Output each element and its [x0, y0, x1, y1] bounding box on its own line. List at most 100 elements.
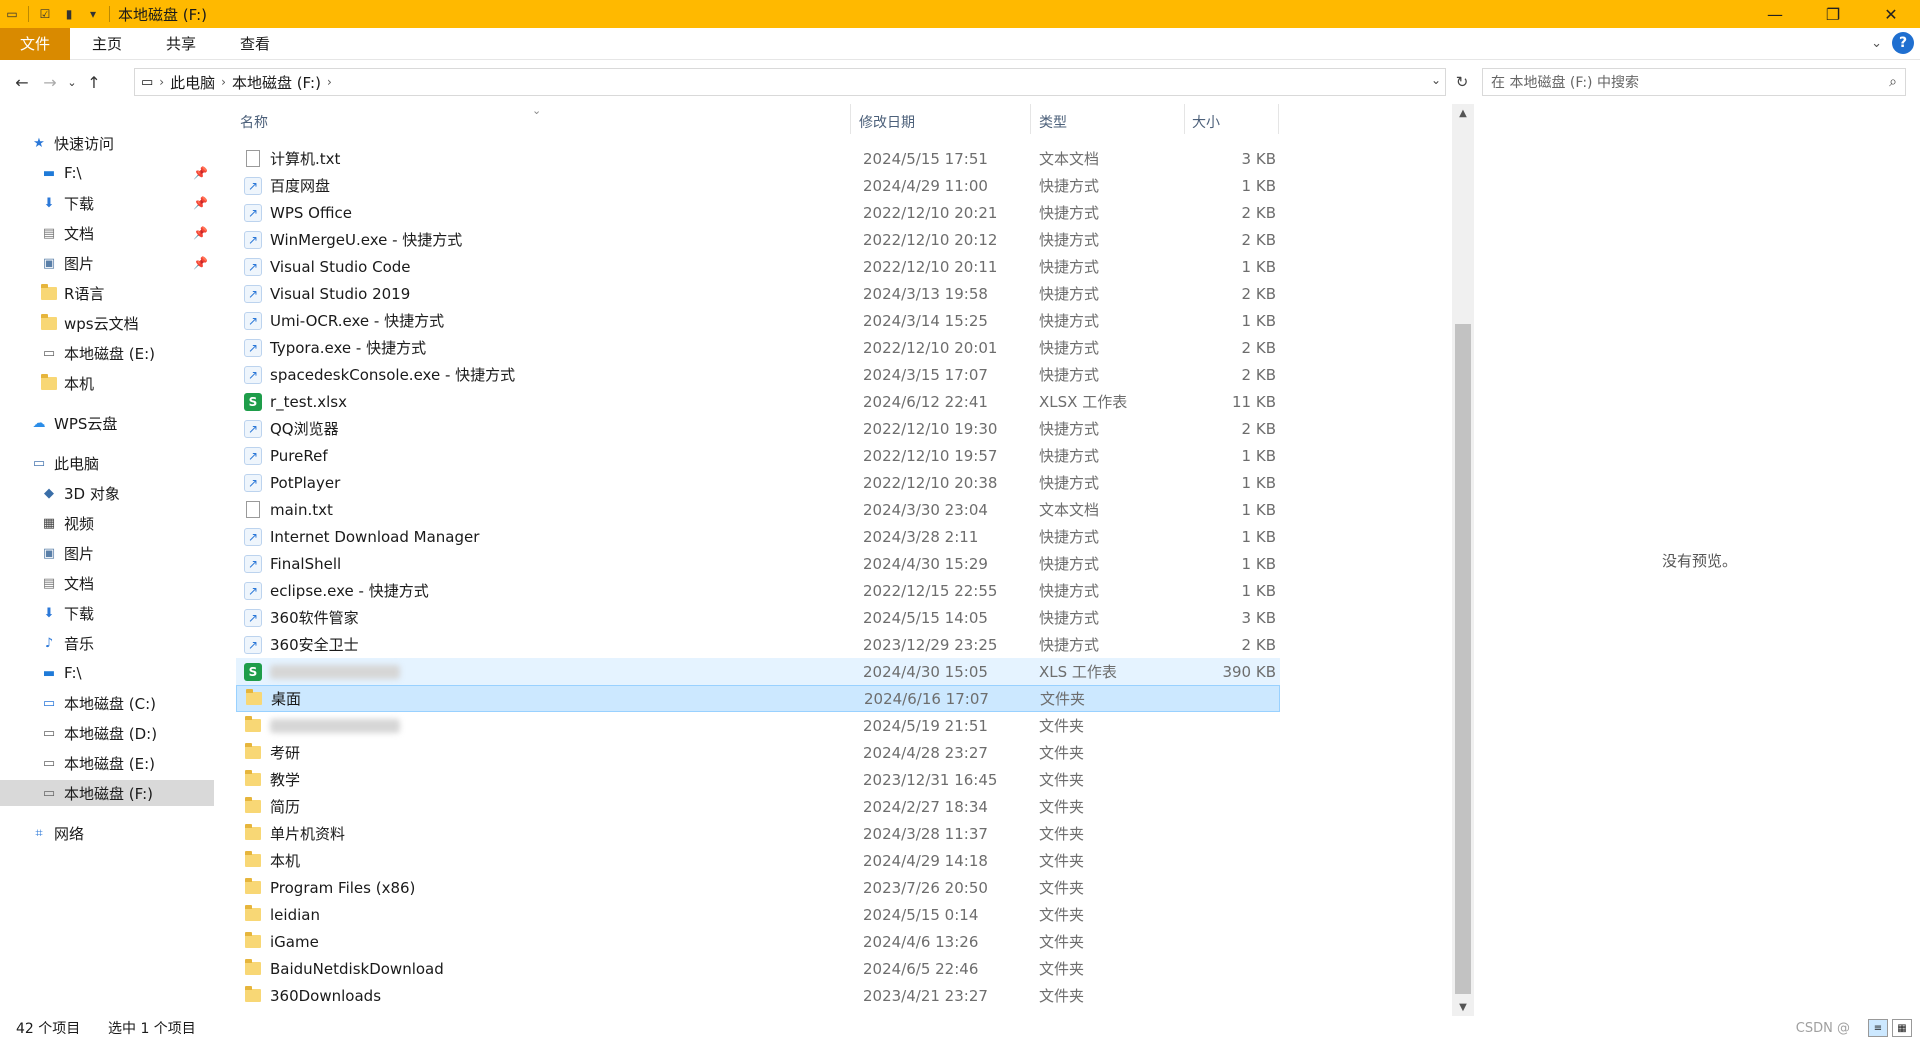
sidebar-item-music[interactable]: ♪ 音乐	[0, 630, 214, 656]
scroll-up-icon[interactable]: ▲	[1452, 104, 1474, 122]
sidebar-item-wps-cloud-drive[interactable]: ☁ WPS云盘	[0, 410, 214, 436]
sidebar-item-network[interactable]: ⌗ 网络	[0, 820, 214, 846]
properties-icon[interactable]: ☑	[37, 6, 53, 22]
folder-row[interactable]: Program Files (x86) 2023/7/26 20:50 文件夹	[236, 874, 1280, 901]
search-input[interactable]: 在 本地磁盘 (F:) 中搜索 ⌕	[1482, 68, 1906, 96]
file-row[interactable]: ↗ 百度网盘 2024/4/29 11:00 快捷方式 1 KB	[236, 172, 1280, 199]
file-row[interactable]: 计算机.txt 2024/5/15 17:51 文本文档 3 KB	[236, 145, 1280, 172]
breadcrumb-drive-f[interactable]: 本地磁盘 (F:)	[232, 72, 321, 93]
folder-row[interactable]: 2024/5/19 21:51 文件夹	[236, 712, 1280, 739]
back-button[interactable]: ←	[8, 68, 36, 96]
column-divider[interactable]	[1184, 104, 1185, 134]
sidebar-item-drive-d[interactable]: ▭ 本地磁盘 (D:)	[0, 720, 214, 746]
file-row[interactable]: ↗ WPS Office 2022/12/10 20:21 快捷方式 2 KB	[236, 199, 1280, 226]
folder-row[interactable]: leidian 2024/5/15 0:14 文件夹	[236, 901, 1280, 928]
sidebar-item-drive-c[interactable]: ▭ 本地磁盘 (C:)	[0, 690, 214, 716]
maximize-button[interactable]: ❐	[1804, 0, 1862, 28]
folder-row[interactable]: 考研 2024/4/28 23:27 文件夹	[236, 739, 1280, 766]
customize-toolbar-icon[interactable]: ▾	[85, 6, 101, 22]
folder-row[interactable]: iGame 2024/4/6 13:26 文件夹	[236, 928, 1280, 955]
tab-home[interactable]: 主页	[70, 28, 144, 60]
file-row[interactable]: ↗ WinMergeU.exe - 快捷方式 2022/12/10 20:12 快捷方…	[236, 226, 1280, 253]
file-row[interactable]: ↗ spacedeskConsole.exe - 快捷方式 2024/3/15 17…	[236, 361, 1280, 388]
folder-row[interactable]: 单片机资料 2024/3/28 11:37 文件夹	[236, 820, 1280, 847]
column-date[interactable]: 修改日期	[859, 112, 915, 132]
file-row[interactable]: ↗ PotPlayer 2022/12/10 20:38 快捷方式 1 KB	[236, 469, 1280, 496]
file-row[interactable]: ↗ Internet Download Manager 2024/3/28 2:11…	[236, 523, 1280, 550]
column-divider[interactable]	[850, 104, 851, 134]
folder-row[interactable]: 教学 2023/12/31 16:45 文件夹	[236, 766, 1280, 793]
refresh-button[interactable]: ↻	[1448, 68, 1476, 96]
sidebar-item-videos[interactable]: ▦ 视频	[0, 510, 214, 536]
column-divider[interactable]	[1030, 104, 1031, 134]
file-row[interactable]: S 2024/4/30 15:05 XLS 工作表 390 KB	[236, 658, 1280, 685]
search-icon[interactable]: ⌕	[1889, 74, 1897, 90]
sidebar-item-downloads[interactable]: ⬇ 下载 📌	[0, 190, 214, 216]
column-size[interactable]: 大小	[1192, 112, 1220, 132]
sidebar-item-f-root[interactable]: ▬ F:\ 📌	[0, 160, 214, 186]
expand-ribbon-icon[interactable]: ⌄	[1871, 36, 1882, 51]
file-row[interactable]: ↗ eclipse.exe - 快捷方式 2022/12/15 22:55 快捷方式 1…	[236, 577, 1280, 604]
chevron-right-icon[interactable]: ›	[159, 75, 164, 89]
sidebar-item-pictures-pc[interactable]: ▣ 图片	[0, 540, 214, 566]
sidebar-item-quick-access[interactable]: ★ 快速访问	[0, 130, 214, 156]
column-type[interactable]: 类型	[1039, 112, 1067, 132]
close-button[interactable]: ✕	[1862, 0, 1920, 28]
file-row[interactable]: ↗ 360安全卫士 2023/12/29 23:25 快捷方式 2 KB	[236, 631, 1280, 658]
file-row[interactable]: ↗ Visual Studio 2019 2024/3/13 19:58 快捷方式 2 …	[236, 280, 1280, 307]
sidebar-item-documents-pc[interactable]: ▤ 文档	[0, 570, 214, 596]
folder-row[interactable]: 本机 2024/4/29 14:18 文件夹	[236, 847, 1280, 874]
file-row[interactable]: ↗ Umi-OCR.exe - 快捷方式 2024/3/14 15:25 快捷方式 1 …	[236, 307, 1280, 334]
column-name[interactable]: 名称	[240, 112, 268, 132]
drive-icon[interactable]: ▭	[4, 6, 20, 22]
folder-row[interactable]: BaiduNetdiskDownload 2024/6/5 22:46 文件夹	[236, 955, 1280, 982]
help-icon[interactable]: ?	[1892, 32, 1914, 54]
file-row[interactable]: main.txt 2024/3/30 23:04 文本文档 1 KB	[236, 496, 1280, 523]
pin-icon[interactable]: 📌	[193, 166, 208, 180]
sidebar-item-this-machine[interactable]: 本机	[0, 370, 214, 396]
sidebar-item-3d-objects[interactable]: ◆ 3D 对象	[0, 480, 214, 506]
file-name: Internet Download Manager	[270, 527, 480, 546]
file-row[interactable]: Sr_test.xlsx 2024/6/12 22:41 XLSX 工作表 11 KB	[236, 388, 1280, 415]
folder-row[interactable]: 桌面 2024/6/16 17:07 文件夹	[236, 685, 1280, 712]
breadcrumb-this-pc[interactable]: 此电脑	[170, 72, 215, 93]
pin-icon[interactable]: 📌	[193, 196, 208, 210]
vertical-scrollbar[interactable]: ▲ ▼	[1452, 104, 1474, 1016]
up-button[interactable]: ↑	[80, 68, 108, 96]
sidebar-item-drive-f[interactable]: ▭ 本地磁盘 (F:)	[0, 780, 214, 806]
column-divider[interactable]	[1278, 104, 1279, 134]
sidebar-item-pictures[interactable]: ▣ 图片 📌	[0, 250, 214, 276]
folder-row[interactable]: 简历 2024/2/27 18:34 文件夹	[236, 793, 1280, 820]
sidebar-item-documents[interactable]: ▤ 文档 📌	[0, 220, 214, 246]
sidebar-item-drive-e[interactable]: ▭ 本地磁盘 (E:)	[0, 750, 214, 776]
large-icons-view-icon[interactable]: ▦	[1892, 1019, 1912, 1037]
minimize-button[interactable]: —	[1746, 0, 1804, 28]
pin-icon[interactable]: 📌	[193, 226, 208, 240]
file-row[interactable]: ↗ QQ浏览器 2022/12/10 19:30 快捷方式 2 KB	[236, 415, 1280, 442]
chevron-right-icon[interactable]: ›	[327, 75, 332, 89]
sidebar-item-drive-e-quick[interactable]: ▭ 本地磁盘 (E:)	[0, 340, 214, 366]
recent-locations-icon[interactable]: ⌄	[64, 68, 80, 96]
new-folder-icon[interactable]: ▮	[61, 6, 77, 22]
details-view-icon[interactable]: ≡	[1868, 1019, 1888, 1037]
file-row[interactable]: ↗ 360软件管家 2024/5/15 14:05 快捷方式 3 KB	[236, 604, 1280, 631]
chevron-down-icon[interactable]: ⌄	[1431, 73, 1441, 87]
chevron-right-icon[interactable]: ›	[221, 75, 226, 89]
file-row[interactable]: ↗ Visual Studio Code 2022/12/10 20:11 快捷方式 1…	[236, 253, 1280, 280]
forward-button[interactable]: →	[36, 68, 64, 96]
sidebar-item-wps-cloud-docs[interactable]: wps云文档	[0, 310, 214, 336]
tab-view[interactable]: 查看	[218, 28, 292, 60]
sidebar-item-f-root-pc[interactable]: ▬ F:\	[0, 660, 214, 686]
scrollbar-thumb[interactable]	[1455, 324, 1471, 994]
file-row[interactable]: ↗ Typora.exe - 快捷方式 2022/12/10 20:01 快捷方式 2 …	[236, 334, 1280, 361]
pin-icon[interactable]: 📌	[193, 256, 208, 270]
address-bar[interactable]: ▭ › 此电脑 › 本地磁盘 (F:) › ⌄	[134, 68, 1446, 96]
sidebar-item-downloads-pc[interactable]: ⬇ 下载	[0, 600, 214, 626]
sidebar-item-this-pc[interactable]: ▭ 此电脑	[0, 450, 214, 476]
file-row[interactable]: ↗ PureRef 2022/12/10 19:57 快捷方式 1 KB	[236, 442, 1280, 469]
file-row[interactable]: ↗ FinalShell 2024/4/30 15:29 快捷方式 1 KB	[236, 550, 1280, 577]
tab-file[interactable]: 文件	[0, 27, 70, 60]
folder-row[interactable]: 360Downloads 2023/4/21 23:27 文件夹	[236, 982, 1280, 1009]
tab-share[interactable]: 共享	[144, 28, 218, 60]
sidebar-item-r-language[interactable]: R语言	[0, 280, 214, 306]
